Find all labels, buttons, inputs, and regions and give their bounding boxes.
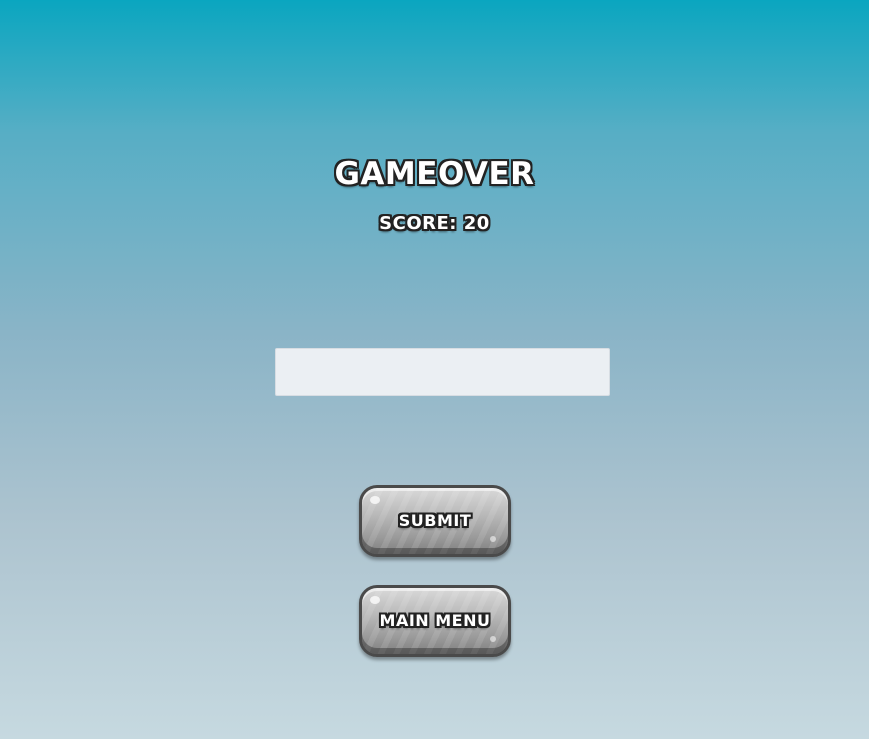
player-name-input[interactable] xyxy=(275,348,610,396)
score-value: 20 xyxy=(463,213,490,234)
score-label: SCORE: xyxy=(379,213,457,234)
main-menu-button[interactable]: MAIN MENU xyxy=(359,585,511,657)
score-display: SCORE: 20 xyxy=(0,210,869,238)
main-menu-button-label: MAIN MENU xyxy=(379,611,491,630)
submit-button[interactable]: SUBMIT xyxy=(359,485,511,557)
game-over-title: GAMEOVER xyxy=(334,156,535,192)
submit-button-label: SUBMIT xyxy=(398,511,472,530)
